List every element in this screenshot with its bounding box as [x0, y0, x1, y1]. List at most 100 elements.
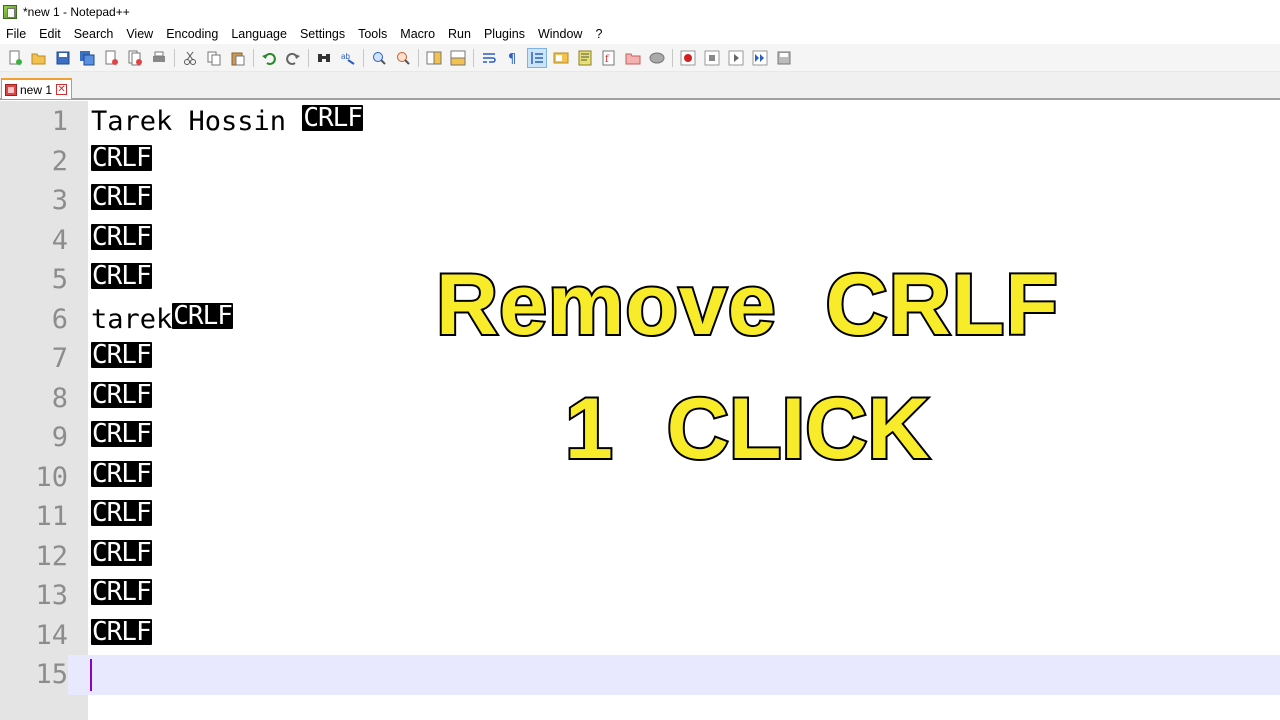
crlf-marker: CRLF	[91, 261, 152, 291]
paste-icon[interactable]	[229, 49, 247, 67]
line-content: Tarek Hossin CRLF	[91, 102, 363, 142]
toolbar-separator	[418, 48, 419, 67]
monitoring-icon[interactable]	[648, 49, 666, 67]
menu-plugins[interactable]: Plugins	[478, 24, 532, 44]
line-number: 11	[35, 501, 68, 532]
menu-search[interactable]: Search	[68, 24, 121, 44]
line-number: 15	[0, 655, 68, 695]
show-all-characters-icon[interactable]: ¶	[504, 49, 522, 67]
editor-line[interactable]: 12 CRLF	[0, 537, 1280, 577]
line-number: 3	[51, 185, 68, 216]
title-bar: *new 1 - Notepad++	[0, 0, 1280, 24]
copy-icon[interactable]	[205, 49, 223, 67]
new-file-icon[interactable]	[6, 49, 24, 67]
undo-icon[interactable]	[260, 49, 278, 67]
open-file-icon[interactable]	[30, 49, 48, 67]
print-icon[interactable]	[150, 49, 168, 67]
line-number: 14	[35, 619, 68, 651]
indent-guide-icon[interactable]	[527, 47, 547, 68]
menu-language[interactable]: Language	[225, 24, 294, 44]
line-number: 6	[51, 303, 68, 335]
crlf-marker: CRLF	[91, 498, 152, 528]
line-content: CRLF	[91, 418, 152, 458]
crlf-marker: CRLF	[91, 577, 152, 607]
editor-line[interactable]: 5 CRLF	[0, 260, 1280, 300]
menu-help[interactable]: ?	[589, 24, 609, 44]
menu-macro[interactable]: Macro	[394, 24, 442, 44]
line-content: CRLF	[91, 142, 152, 182]
close-all-icon[interactable]	[126, 49, 144, 67]
close-icon[interactable]	[102, 49, 120, 67]
editor-line[interactable]: 13 CRLF	[0, 576, 1280, 616]
line-text: tarek	[91, 303, 173, 335]
editor[interactable]: 1 Tarek Hossin CRLF 2 CRLF 3 CRLF 4 CRLF 5 CRLF 6 t…	[0, 101, 1280, 720]
run-macro-multiple-icon[interactable]	[751, 49, 769, 67]
record-macro-icon[interactable]	[679, 49, 697, 67]
zoom-out-icon[interactable]	[394, 49, 412, 67]
menu-tools[interactable]: Tools	[352, 24, 394, 44]
menu-run[interactable]: Run	[442, 24, 478, 44]
editor-line[interactable]: 7 CRLF	[0, 339, 1280, 379]
unsaved-file-icon	[5, 83, 17, 96]
line-number: 2	[51, 145, 68, 177]
editor-line[interactable]: 2 CRLF	[0, 142, 1280, 182]
editor-line[interactable]: 10 CRLF	[0, 458, 1280, 498]
crlf-marker: CRLF	[91, 537, 152, 568]
editor-line[interactable]: 9 CRLF	[0, 418, 1280, 458]
line-content: CRLF	[91, 616, 152, 656]
word-wrap-icon[interactable]	[480, 49, 498, 67]
window-title: *new 1 - Notepad++	[23, 5, 130, 19]
line-number: 10	[35, 461, 68, 493]
editor-line[interactable]: 3 CRLF	[0, 181, 1280, 221]
zoom-in-icon[interactable]	[370, 49, 388, 67]
save-macro-icon[interactable]	[775, 49, 793, 67]
editor-line[interactable]: 11 CRLF	[0, 497, 1280, 537]
menu-window[interactable]: Window	[532, 24, 589, 44]
editor-line[interactable]: 4 CRLF	[0, 221, 1280, 261]
document-map-icon[interactable]	[576, 49, 594, 67]
save-icon[interactable]	[54, 49, 72, 67]
line-number: 1	[51, 106, 68, 137]
crlf-marker: CRLF	[91, 142, 152, 173]
line-content: CRLF	[91, 221, 152, 261]
menu-file[interactable]: File	[0, 24, 33, 44]
editor-line[interactable]: 8 CRLF	[0, 379, 1280, 419]
menu-settings[interactable]: Settings	[294, 24, 352, 44]
replace-icon[interactable]: ab	[339, 49, 357, 67]
user-language-icon[interactable]	[552, 49, 570, 67]
crlf-marker: CRLF	[91, 458, 152, 489]
toolbar-separator	[672, 48, 673, 67]
line-content: CRLF	[91, 339, 152, 379]
notepad-plus-plus-app-icon[interactable]	[3, 5, 17, 19]
toolbar: ab ¶ f	[0, 44, 1280, 72]
crlf-marker: CRLF	[91, 419, 152, 449]
redo-icon[interactable]	[284, 49, 302, 67]
line-text: Tarek Hossin	[91, 106, 303, 137]
cut-icon[interactable]	[181, 49, 199, 67]
play-macro-icon[interactable]	[727, 49, 745, 67]
crlf-marker: CRLF	[91, 616, 152, 647]
sync-horizontal-icon[interactable]	[449, 49, 467, 67]
function-list-icon[interactable]: f	[600, 49, 618, 67]
line-content: tarekCRLF	[91, 300, 233, 340]
tab-new-1[interactable]: new 1 ✕	[1, 78, 72, 99]
editor-line[interactable]: 1 Tarek Hossin CRLF	[0, 102, 1280, 142]
find-icon[interactable]	[315, 49, 333, 67]
toolbar-separator	[253, 48, 254, 67]
editor-line[interactable]: 6 tarekCRLF	[0, 300, 1280, 340]
editor-line[interactable]: 14 CRLF	[0, 616, 1280, 656]
save-all-icon[interactable]	[78, 49, 96, 67]
line-number: 13	[35, 580, 68, 611]
menu-edit[interactable]: Edit	[33, 24, 68, 44]
folder-workspace-icon[interactable]	[624, 49, 642, 67]
line-number: 9	[51, 422, 68, 453]
menu-encoding[interactable]: Encoding	[160, 24, 225, 44]
editor-line[interactable]: 15	[0, 655, 1280, 695]
sync-vertical-icon[interactable]	[425, 49, 443, 67]
toolbar-separator	[174, 48, 175, 67]
crlf-marker: CRLF	[91, 221, 152, 252]
menu-view[interactable]: View	[120, 24, 160, 44]
line-number: 7	[51, 343, 68, 374]
tab-close-icon[interactable]: ✕	[56, 84, 68, 95]
stop-macro-icon[interactable]	[703, 49, 721, 67]
